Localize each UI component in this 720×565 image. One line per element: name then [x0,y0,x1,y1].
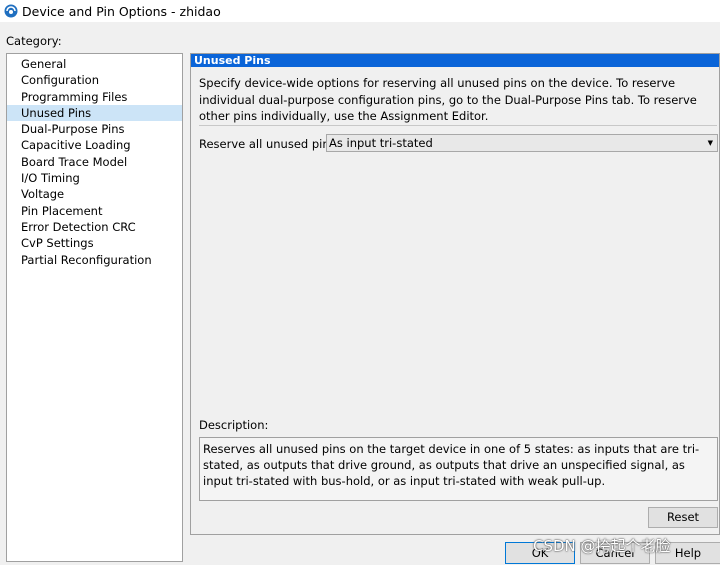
panel-separator [199,125,717,126]
category-item[interactable]: Unused Pins [7,104,182,122]
category-item[interactable]: Voltage [7,186,182,202]
panel-intro-text: Specify device-wide options for reservin… [199,76,697,123]
options-panel: Unused Pins Specify device-wide options … [190,53,720,535]
category-item[interactable]: Capacitive Loading [7,137,182,153]
title-bar: Device and Pin Options - zhidao [0,0,720,22]
category-item[interactable]: CvP Settings [7,235,182,251]
description-label: Description: [199,418,269,432]
reset-button[interactable]: Reset [648,507,718,528]
watermark: CSDN @挎起个老脸 [533,537,671,555]
window-title: Device and Pin Options - zhidao [22,3,221,19]
category-item[interactable]: Error Detection CRC [7,219,182,235]
description-box: Reserves all unused pins on the target d… [199,437,718,501]
reserve-unused-pins-value: As input tri-stated [329,136,433,150]
panel-header: Unused Pins [191,54,719,67]
category-item[interactable]: Dual-Purpose Pins [7,121,182,137]
category-item[interactable]: Board Trace Model [7,154,182,170]
category-item[interactable]: General [7,56,182,72]
category-item[interactable]: Configuration [7,72,182,88]
category-item[interactable]: Programming Files [7,89,182,105]
category-item[interactable]: Pin Placement [7,203,182,219]
reserve-unused-pins-label: Reserve all unused pins: [199,137,340,151]
reserve-unused-pins-select[interactable]: As input tri-stated ▼ [326,134,718,152]
app-icon [4,4,18,18]
category-list[interactable]: General Configuration Programming Files Unu… [6,53,183,562]
category-label: Category: [6,34,62,48]
chevron-down-icon[interactable]: ▼ [708,139,717,147]
category-item[interactable]: I/O Timing [7,170,182,186]
category-item[interactable]: Partial Reconfiguration [7,252,182,268]
